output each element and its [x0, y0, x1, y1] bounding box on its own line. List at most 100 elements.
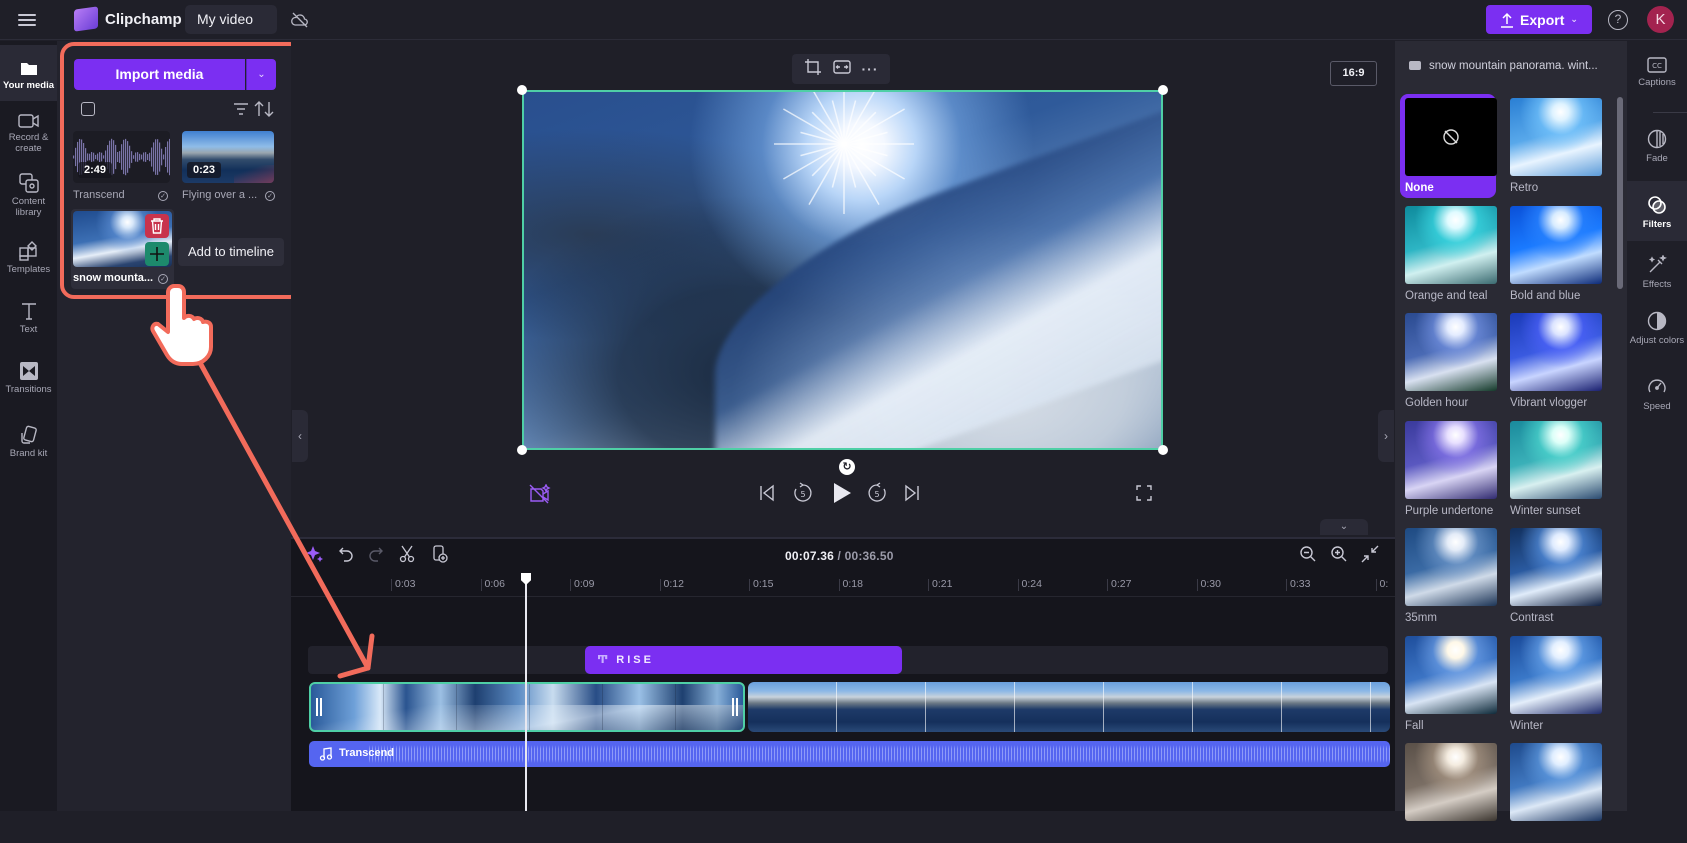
sidebar-item-text[interactable]: Text	[0, 301, 57, 335]
add-media-to-track-icon[interactable]	[432, 545, 448, 563]
ruler-tick-mark	[749, 579, 750, 591]
sidebar-item-captions[interactable]: CC Captions	[1627, 57, 1687, 88]
ai-sparkle-icon[interactable]	[306, 545, 324, 563]
trim-handle-left[interactable]	[315, 698, 323, 718]
filter-option-winter[interactable]: Winter	[1505, 632, 1602, 736]
cloud-off-icon[interactable]	[290, 10, 310, 30]
filter-preview-thumbnail	[1510, 743, 1602, 821]
sidebar-item-filters[interactable]: Filters	[1627, 181, 1687, 241]
zoom-out-icon[interactable]	[1299, 545, 1317, 563]
resize-handle-top-right[interactable]	[1158, 85, 1168, 95]
filter-option-fall[interactable]: Fall	[1400, 632, 1497, 736]
sidebar-item-content-library[interactable]: Content library	[0, 173, 57, 218]
video-preview-canvas[interactable]	[522, 90, 1163, 450]
sidebar-item-effects[interactable]: Effects	[1627, 255, 1687, 290]
ruler-tick-label: 0:30	[1200, 578, 1221, 590]
rotate-handle[interactable]: ↻	[839, 459, 855, 475]
filter-preview-thumbnail	[1510, 528, 1602, 606]
sort-icon[interactable]	[254, 100, 274, 118]
time-readout: 00:07.36 / 00:36.50	[785, 549, 894, 563]
preview-toolbar: ···	[792, 54, 890, 84]
filters-scrollbar[interactable]	[1617, 97, 1623, 289]
filter-preview-thumbnail	[1405, 420, 1497, 499]
crop-icon[interactable]	[804, 58, 822, 81]
ruler-tick-mark	[1375, 579, 1377, 591]
media-item-flying-over[interactable]: 0:23 Flying over a ... ✓	[182, 131, 277, 206]
import-dropdown-button[interactable]: ⌄	[246, 59, 276, 90]
filter-option-more[interactable]	[1400, 739, 1497, 843]
zoom-in-icon[interactable]	[1330, 545, 1348, 563]
sidebar-item-your-media[interactable]: Your media	[0, 45, 57, 101]
project-title-input[interactable]: My video	[185, 5, 277, 34]
ruler-tick-mark	[838, 579, 840, 591]
trim-handle-right[interactable]	[731, 698, 739, 718]
skip-to-end-icon[interactable]	[904, 484, 920, 502]
filter-option-vibrant-vlogger[interactable]: Vibrant vlogger	[1505, 309, 1602, 413]
fullscreen-icon[interactable]	[1136, 485, 1152, 501]
collapse-right-panel-button[interactable]: ›	[1378, 410, 1394, 462]
import-media-button[interactable]: Import media	[74, 59, 245, 90]
undo-icon[interactable]	[338, 546, 354, 562]
audio-clip-transcend[interactable]: Transcend	[309, 741, 1390, 767]
templates-icon	[18, 241, 37, 261]
filter-icon[interactable]	[233, 102, 249, 116]
add-to-timeline-button[interactable]	[145, 242, 169, 266]
filter-option-golden-hour[interactable]: Golden hour	[1400, 309, 1497, 413]
sidebar-item-label: Transitions	[5, 384, 52, 395]
video-clip-snow-mountain[interactable]	[309, 682, 745, 732]
brand-name: Clipchamp	[105, 11, 182, 28]
filter-preview-thumbnail	[1510, 420, 1602, 499]
transitions-icon	[19, 362, 38, 380]
fit-icon[interactable]	[832, 59, 851, 79]
right-sidebar: CC Captions Fade Filters Effects Adjust …	[1627, 41, 1687, 811]
more-icon[interactable]: ···	[862, 61, 879, 77]
filter-option-orange-and-teal[interactable]: Orange and teal	[1400, 202, 1497, 306]
redo-icon[interactable]	[368, 546, 384, 562]
export-button[interactable]: Export ⌄	[1486, 5, 1592, 34]
filter-option-winter-sunset[interactable]: Winter sunset	[1505, 417, 1602, 521]
video-clip-icon	[1409, 61, 1421, 70]
help-icon[interactable]: ?	[1608, 10, 1628, 30]
filter-option-purple-undertone[interactable]: Purple undertone	[1400, 417, 1497, 521]
filter-option-35mm[interactable]: 35mm	[1400, 524, 1497, 628]
filter-option-more[interactable]	[1505, 739, 1602, 843]
magic-camera-icon[interactable]	[529, 484, 551, 504]
ruler-tick-label: 0:27	[1111, 578, 1132, 590]
media-item-transcend[interactable]: 2:49 Transcend ✓	[73, 131, 170, 206]
resize-handle-bottom-left[interactable]	[517, 445, 527, 455]
filter-option-contrast[interactable]: Contrast	[1505, 524, 1602, 628]
sidebar-item-speed[interactable]: Speed	[1627, 377, 1687, 412]
sidebar-item-brand-kit[interactable]: Brand kit	[0, 425, 57, 459]
play-icon[interactable]	[832, 482, 852, 504]
playhead-line[interactable]	[525, 573, 527, 811]
select-all-checkbox[interactable]	[81, 102, 95, 116]
resize-handle-top-left[interactable]	[517, 85, 527, 95]
fit-timeline-icon[interactable]	[1361, 545, 1379, 563]
filter-option-bold-and-blue[interactable]: Bold and blue	[1505, 202, 1602, 306]
upload-icon	[1501, 12, 1514, 28]
video-clip-flying-over[interactable]	[748, 682, 1390, 732]
text-clip-rise[interactable]: Ͳ RISE	[585, 646, 902, 674]
aspect-ratio-button[interactable]: 16:9	[1330, 61, 1377, 86]
adjust-colors-icon	[1647, 311, 1667, 331]
sidebar-item-fade[interactable]: Fade	[1627, 129, 1687, 164]
collapse-left-panel-button[interactable]: ‹	[292, 410, 308, 462]
skip-to-start-icon[interactable]	[759, 484, 775, 502]
filters-panel-title: snow mountain panorama. wint...	[1409, 60, 1598, 72]
sidebar-item-adjust-colors[interactable]: Adjust colors	[1627, 311, 1687, 346]
filter-option-retro[interactable]: Retro	[1505, 94, 1602, 198]
svg-text:CC: CC	[1652, 62, 1662, 70]
split-scissors-icon[interactable]	[398, 545, 416, 563]
rewind-5-icon[interactable]: 5	[792, 482, 814, 504]
export-label: Export	[1520, 11, 1565, 28]
sidebar-item-transitions[interactable]: Transitions	[0, 361, 57, 395]
sidebar-item-templates[interactable]: Templates	[0, 241, 57, 275]
delete-media-button[interactable]	[145, 214, 169, 238]
sidebar-item-record-create[interactable]: Record & create	[0, 113, 57, 154]
menu-icon[interactable]	[18, 11, 36, 27]
forward-5-icon[interactable]: 5	[866, 482, 888, 504]
resize-handle-bottom-right[interactable]	[1158, 445, 1168, 455]
collapse-timeline-button[interactable]: ⌄	[1320, 519, 1368, 535]
avatar[interactable]: K	[1647, 6, 1674, 33]
filter-option-none[interactable]: None	[1400, 94, 1497, 198]
